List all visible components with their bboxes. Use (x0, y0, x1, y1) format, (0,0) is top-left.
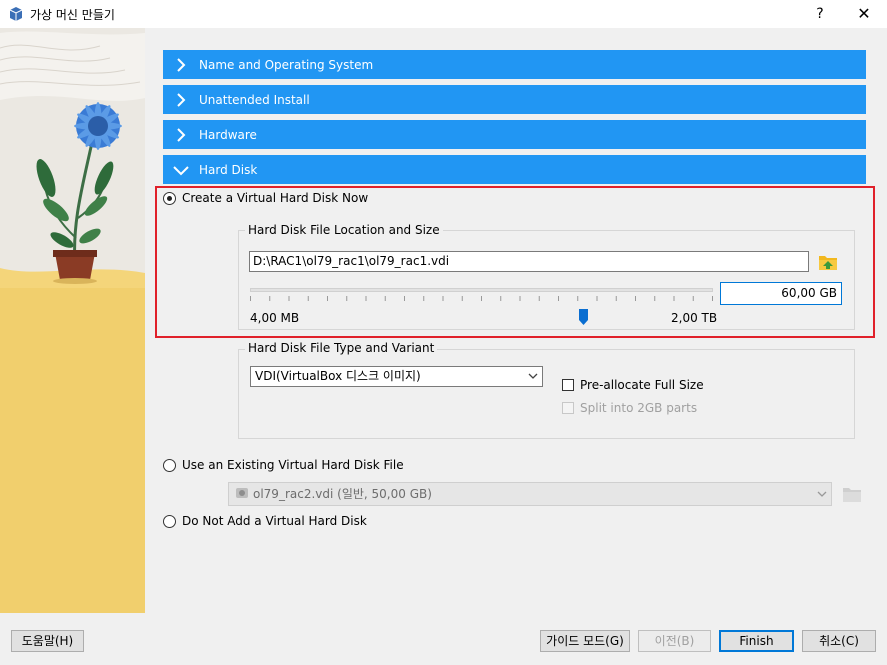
preallocate-checkbox[interactable]: Pre-allocate Full Size (562, 378, 704, 392)
section-label: Name and Operating System (199, 57, 374, 72)
virtualbox-icon (9, 7, 23, 21)
chevron-down-icon (163, 155, 199, 184)
checkbox-label: Split into 2GB parts (580, 401, 698, 415)
existing-disk-select: ol79_rac2.vdi (일반, 50,00 GB) (228, 482, 832, 506)
disk-size-slider-ticks (250, 296, 713, 301)
checkbox-box (562, 402, 574, 414)
location-size-group (238, 230, 855, 330)
title-bar: 가상 머신 만들기 ? ✕ (0, 0, 887, 28)
folder-open-icon[interactable] (817, 251, 839, 273)
plant-illustration (0, 28, 145, 613)
section-label: Hardware (199, 127, 257, 142)
size-max-label: 2,00 TB (671, 311, 718, 325)
disk-file-path-input[interactable]: D:\RAC1\ol79_rac1\ol79_rac1.vdi (249, 251, 809, 272)
chevron-down-icon (528, 373, 538, 379)
section-hardware[interactable]: Hardware (163, 120, 866, 149)
chevron-down-icon (817, 491, 827, 497)
existing-disk-selected: ol79_rac2.vdi (일반, 50,00 GB) (253, 487, 432, 501)
radio-indicator[interactable] (163, 191, 176, 205)
wizard-footer: 도움말(H) 가이드 모드(G) 이전(B) Finish 취소(C) (0, 618, 887, 665)
disk-type-select[interactable]: VDI(VirtualBox 디스크 이미지) (250, 366, 543, 387)
radio-indicator[interactable] (163, 458, 176, 472)
radio-do-not-add-disk[interactable]: Do Not Add a Virtual Hard Disk (163, 514, 367, 528)
radio-label: Do Not Add a Virtual Hard Disk (182, 514, 367, 528)
chevron-right-icon (163, 85, 199, 114)
finish-button[interactable]: Finish (719, 630, 794, 652)
window-title: 가상 머신 만들기 (30, 8, 115, 22)
type-variant-group (238, 349, 855, 439)
guided-mode-button[interactable]: 가이드 모드(G) (540, 630, 630, 652)
location-size-group-title: Hard Disk File Location and Size (245, 223, 443, 237)
section-unattended-install[interactable]: Unattended Install (163, 85, 866, 114)
help-button[interactable]: 도움말(H) (11, 630, 84, 652)
radio-indicator[interactable] (163, 514, 176, 528)
help-icon[interactable]: ? (810, 4, 830, 24)
section-hard-disk[interactable]: Hard Disk (163, 155, 866, 184)
folder-open-icon (843, 488, 861, 502)
radio-label: Use an Existing Virtual Hard Disk File (182, 458, 404, 472)
hard-disk-icon (236, 488, 248, 498)
type-variant-group-title: Hard Disk File Type and Variant (245, 341, 438, 355)
size-min-label: 4,00 MB (250, 311, 300, 325)
close-button[interactable]: ✕ (852, 3, 876, 25)
back-button: 이전(B) (638, 630, 711, 652)
radio-label: Create a Virtual Hard Disk Now (182, 191, 369, 205)
checkbox-label: Pre-allocate Full Size (580, 378, 704, 392)
radio-create-new-disk[interactable]: Create a Virtual Hard Disk Now (163, 191, 368, 205)
checkbox-box[interactable] (562, 379, 574, 391)
wizard-body: Name and Operating System Unattended Ins… (0, 28, 887, 618)
disk-size-slider-track[interactable] (250, 288, 713, 292)
wizard-illustration (0, 28, 145, 613)
chevron-right-icon (163, 120, 199, 149)
split-2gb-checkbox: Split into 2GB parts (562, 401, 697, 415)
section-name-and-os[interactable]: Name and Operating System (163, 50, 866, 79)
disk-size-slider-handle[interactable] (578, 309, 588, 325)
section-label: Hard Disk (199, 162, 258, 177)
section-label: Unattended Install (199, 92, 310, 107)
chevron-right-icon (163, 50, 199, 79)
disk-size-input[interactable]: 60,00 GB (720, 282, 842, 305)
disk-type-selected: VDI(VirtualBox 디스크 이미지) (255, 369, 421, 383)
cancel-button[interactable]: 취소(C) (802, 630, 876, 652)
radio-use-existing-disk[interactable]: Use an Existing Virtual Hard Disk File (163, 458, 404, 472)
